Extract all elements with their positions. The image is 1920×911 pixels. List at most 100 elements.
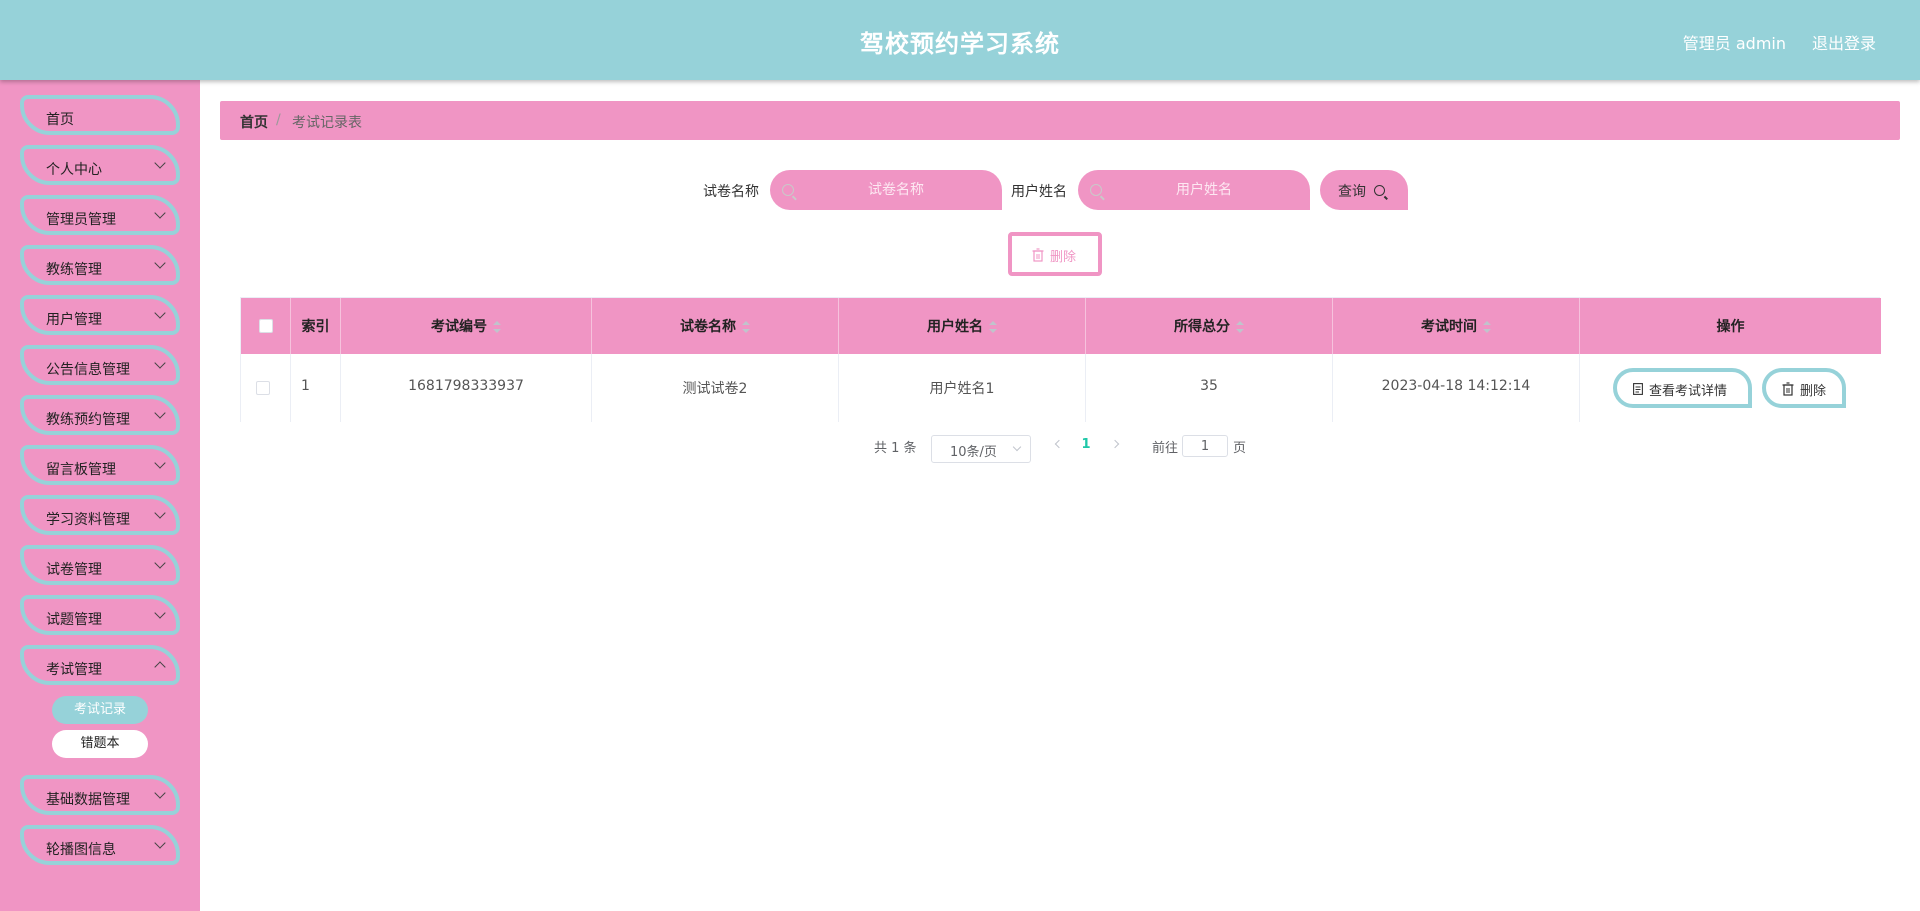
sidebar-item-label: 考试管理 <box>46 662 102 678</box>
column-header: 操作 <box>1716 319 1745 335</box>
sidebar-item-personal-center[interactable]: 个人中心 <box>20 145 180 185</box>
next-page-button[interactable] <box>1110 439 1120 449</box>
chevron-down-icon <box>154 207 166 219</box>
header-exam-time[interactable]: 考试时间 <box>1333 298 1580 354</box>
user-name-label: 用户姓名 <box>1011 184 1067 200</box>
chevron-down-icon <box>154 357 166 369</box>
column-header: 索引 <box>301 319 330 335</box>
sidebar-item-label: 首页 <box>46 112 74 128</box>
breadcrumb-home[interactable]: 首页 <box>240 112 268 132</box>
document-icon <box>1633 383 1643 395</box>
chevron-down-icon <box>154 837 166 849</box>
sort-icon[interactable] <box>742 321 750 333</box>
page-size-value: 10条/页 <box>950 445 997 460</box>
search-icon <box>782 184 794 196</box>
page-size-select[interactable]: 10条/页 <box>931 435 1031 463</box>
chevron-up-icon <box>154 661 166 673</box>
sidebar-subitem-exam-records[interactable]: 考试记录 <box>52 696 148 724</box>
search-icon <box>1090 184 1102 196</box>
header-actions: 操作 <box>1580 298 1881 354</box>
exam-records-table: 索引 考试编号 试卷名称 用户姓名 所得总分 考试时间 操作 1 1681798… <box>240 297 1881 422</box>
sidebar-item-coach-booking[interactable]: 教练预约管理 <box>20 395 180 435</box>
sort-icon[interactable] <box>989 321 997 333</box>
paper-name-label: 试卷名称 <box>703 184 759 200</box>
row-select-cell <box>241 354 291 422</box>
column-header: 试卷名称 <box>680 319 736 335</box>
row-delete-label: 删除 <box>1800 384 1827 399</box>
paper-name-input[interactable] <box>770 170 1002 210</box>
current-user-label: 管理员 admin <box>1682 34 1786 53</box>
chevron-down-icon <box>154 257 166 269</box>
sidebar-item-study-materials[interactable]: 学习资料管理 <box>20 495 180 535</box>
sidebar-subitem-wrong-questions[interactable]: 错题本 <box>52 730 148 758</box>
sidebar-item-question-management[interactable]: 试题管理 <box>20 595 180 635</box>
cell-exam-no: 1681798333937 <box>341 354 592 422</box>
page-suffix-label: 页 <box>1233 441 1247 456</box>
sidebar-item-message-board[interactable]: 留言板管理 <box>20 445 180 485</box>
paper-name-value: 测试试卷2 <box>682 381 748 397</box>
goto-label: 前往 <box>1152 441 1179 456</box>
sidebar-item-label: 个人中心 <box>46 162 102 178</box>
sidebar-item-carousel[interactable]: 轮播图信息 <box>20 825 180 865</box>
table-row: 1 1681798333937 测试试卷2 用户姓名1 35 2023-04-1… <box>241 354 1881 422</box>
cell-user-name: 用户姓名1 <box>839 354 1086 422</box>
view-exam-detail-button[interactable]: 查看考试详情 <box>1613 368 1752 408</box>
sidebar-item-label: 试题管理 <box>46 612 102 628</box>
user-name-input[interactable] <box>1078 170 1310 210</box>
sort-icon[interactable] <box>1483 321 1491 333</box>
cell-score: 35 <box>1086 354 1333 422</box>
bulk-delete-label: 删除 <box>1050 250 1077 265</box>
bulk-delete-button[interactable]: 删除 <box>1008 232 1102 276</box>
column-header: 考试时间 <box>1421 319 1477 335</box>
top-header: 驾校预约学习系统 管理员 admin 退出登录 <box>0 0 1920 80</box>
sidebar: 首页 个人中心 管理员管理 教练管理 用户管理 公告信息管理 教练预约管理 留言… <box>0 80 200 911</box>
column-header: 所得总分 <box>1174 319 1230 335</box>
page-number-current[interactable]: 1 <box>1080 437 1092 452</box>
query-button[interactable]: 查询 <box>1320 170 1408 210</box>
trash-icon <box>1782 382 1794 396</box>
sidebar-item-paper-management[interactable]: 试卷管理 <box>20 545 180 585</box>
sidebar-item-coach-management[interactable]: 教练管理 <box>20 245 180 285</box>
logout-link[interactable]: 退出登录 <box>1812 30 1876 54</box>
header-score[interactable]: 所得总分 <box>1086 298 1333 354</box>
cell-index: 1 <box>291 354 341 422</box>
breadcrumb-separator: / <box>276 112 281 128</box>
sidebar-item-home[interactable]: 首页 <box>20 95 180 135</box>
column-header: 用户姓名 <box>927 319 983 335</box>
sort-icon[interactable] <box>1236 321 1244 333</box>
header-index: 索引 <box>291 298 341 354</box>
sidebar-item-exam-management[interactable]: 考试管理 <box>20 645 180 685</box>
pagination-total: 共 1 条 <box>874 441 917 456</box>
index-value: 1 <box>301 378 310 394</box>
goto-page-input[interactable] <box>1182 435 1228 457</box>
header-paper-name[interactable]: 试卷名称 <box>592 298 839 354</box>
prev-page-button[interactable] <box>1054 439 1064 449</box>
app-title: 驾校预约学习系统 <box>860 30 1060 58</box>
header-user-name[interactable]: 用户姓名 <box>839 298 1086 354</box>
sidebar-item-notice-management[interactable]: 公告信息管理 <box>20 345 180 385</box>
chevron-down-icon <box>154 557 166 569</box>
chevron-down-icon <box>154 407 166 419</box>
breadcrumb-current: 考试记录表 <box>292 115 362 131</box>
sidebar-item-admin-management[interactable]: 管理员管理 <box>20 195 180 235</box>
query-button-label: 查询 <box>1338 184 1366 200</box>
header-exam-no[interactable]: 考试编号 <box>341 298 592 354</box>
sidebar-item-label: 试卷管理 <box>46 562 102 578</box>
view-exam-detail-label: 查看考试详情 <box>1649 384 1728 399</box>
sidebar-item-label: 管理员管理 <box>46 212 116 228</box>
sidebar-item-basic-data[interactable]: 基础数据管理 <box>20 775 180 815</box>
row-checkbox[interactable] <box>256 381 270 395</box>
sort-icon[interactable] <box>493 321 501 333</box>
cell-exam-time: 2023-04-18 14:12:14 <box>1333 354 1580 422</box>
breadcrumb: 首页 / 考试记录表 <box>220 101 1900 140</box>
chevron-down-icon <box>1012 442 1022 452</box>
chevron-down-icon <box>154 607 166 619</box>
search-icon <box>1374 185 1385 196</box>
row-delete-button[interactable]: 删除 <box>1762 368 1846 408</box>
sidebar-item-label: 教练预约管理 <box>46 412 130 428</box>
table-header: 索引 考试编号 试卷名称 用户姓名 所得总分 考试时间 操作 <box>241 298 1881 354</box>
sidebar-item-user-management[interactable]: 用户管理 <box>20 295 180 335</box>
user-name-value: 用户姓名1 <box>929 381 995 397</box>
chevron-down-icon <box>154 457 166 469</box>
select-all-checkbox[interactable] <box>259 319 273 333</box>
